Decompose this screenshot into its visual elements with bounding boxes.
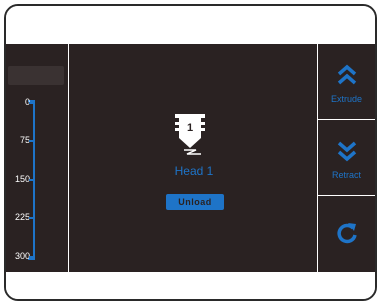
- head-label: Head 1: [174, 164, 214, 178]
- scale-tick-mark: [29, 217, 34, 219]
- retract-label: Retract: [331, 170, 361, 180]
- head-panel: 1 Head 1 Unload: [69, 44, 319, 272]
- scale-tick-label: 150: [14, 174, 30, 184]
- scale-tick-label: 0: [24, 97, 30, 107]
- refresh-button[interactable]: [318, 196, 375, 272]
- double-chevron-down-icon: [337, 141, 357, 162]
- action-panel: Extrude Retract: [317, 44, 375, 272]
- scale-tick-mark: [29, 179, 34, 181]
- length-scale-panel: 0 75 150 225 300: [6, 44, 69, 272]
- top-bar: [6, 6, 375, 45]
- scale-tick-label: 225: [14, 212, 30, 222]
- device-frame: 0 75 150 225 300 1 Head 1 Unload Extrude…: [4, 4, 377, 301]
- unload-button[interactable]: Unload: [166, 194, 224, 210]
- scale-tick-label: 300: [14, 251, 30, 261]
- extrude-label: Extrude: [330, 94, 363, 104]
- filament-screen: 0 75 150 225 300 1 Head 1 Unload Extrude…: [6, 44, 375, 272]
- scale-tick-mark: [29, 256, 34, 258]
- head-number: 1: [187, 122, 193, 134]
- retract-button[interactable]: Retract: [318, 120, 375, 196]
- refresh-icon: [337, 223, 357, 244]
- extrude-button[interactable]: Extrude: [318, 44, 375, 120]
- print-head-icon: 1: [175, 114, 205, 155]
- scale-tick-mark: [29, 140, 34, 142]
- double-chevron-up-icon: [337, 64, 357, 85]
- bottom-bar: [6, 272, 375, 299]
- scale-tick-mark: [29, 102, 34, 104]
- feed-length-display: [8, 66, 64, 85]
- scale-tick-label: 75: [19, 135, 30, 145]
